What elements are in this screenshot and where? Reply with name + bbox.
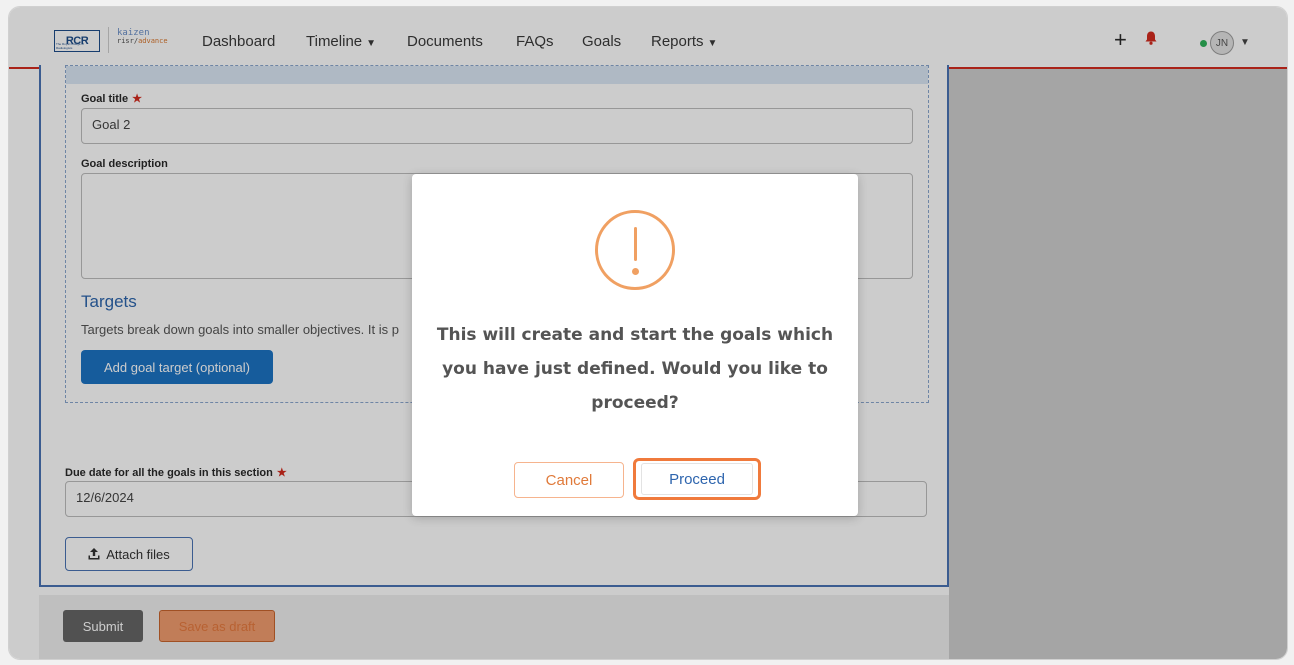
dialog-message: This will create and start the goals whi…	[436, 325, 834, 413]
exclamation-circle-icon	[595, 210, 675, 290]
proceed-button[interactable]: Proceed	[633, 458, 761, 500]
exclamation-bar	[634, 227, 637, 261]
cancel-button[interactable]: Cancel	[514, 462, 624, 498]
proceed-button-label: Proceed	[641, 463, 753, 495]
confirm-dialog: This will create and start the goals whi…	[412, 174, 858, 516]
exclamation-dot	[632, 268, 639, 275]
app-window: RCR The Royal College of Radiologists ka…	[8, 6, 1288, 660]
